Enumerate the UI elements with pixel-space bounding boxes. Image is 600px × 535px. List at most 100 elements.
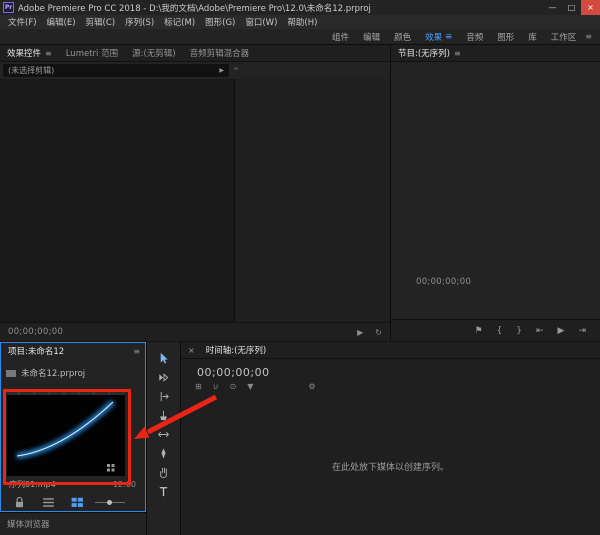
effect-controls-content — [0, 79, 390, 322]
workspace-menu-icon[interactable]: ≡ — [445, 32, 452, 42]
effect-controls-tabstrip: 效果控件 ≡ Lumetri 范围 源:(无剪辑) 音频剪辑混合器 — [0, 45, 390, 62]
mark-out-icon[interactable]: } — [516, 326, 522, 336]
menu-window[interactable]: 窗口(W) — [240, 16, 282, 28]
media-browser-panel: 媒体浏览器 — [0, 513, 146, 535]
play-audio-icon[interactable]: ▶ — [357, 328, 363, 337]
window-controls: — □ × — [543, 0, 600, 15]
workspace-tab-libraries[interactable]: 库 — [521, 31, 544, 43]
effect-keyframe-area — [235, 79, 390, 322]
workspace-tab-audio[interactable]: 音频 — [459, 31, 490, 43]
tab-timeline[interactable]: 时间轴:(无序列) — [199, 344, 274, 356]
workspace-tab-editing[interactable]: 编辑 — [356, 31, 387, 43]
workspace-label: 组件 — [332, 31, 349, 43]
go-to-in-icon[interactable]: ⇤ — [536, 326, 544, 336]
close-button[interactable]: × — [581, 0, 600, 15]
project-writable-icon[interactable] — [8, 495, 30, 510]
list-view-icon[interactable] — [37, 495, 59, 510]
maximize-button[interactable]: □ — [562, 0, 581, 15]
tab-lumetri-scopes[interactable]: Lumetri 范围 — [59, 47, 125, 59]
tab-label: 节目:(无序列) — [398, 47, 450, 59]
zoom-slider-knob[interactable] — [107, 500, 112, 505]
nest-toggle-icon[interactable]: ⊞ — [195, 382, 202, 391]
premiere-pro-window: Pr Adobe Premiere Pro CC 2018 - D:\我的文档\… — [0, 0, 600, 535]
program-transport-controls: ⚑ { } ⇤ ▶ ⇥ — [391, 319, 600, 341]
workspace-overflow-icon[interactable]: ≡ — [583, 32, 596, 41]
program-monitor-tabstrip: 节目:(无序列) ≡ — [391, 45, 600, 62]
workspace-label: 效果 — [425, 31, 442, 43]
workspace-tab-effects[interactable]: 效果≡ — [418, 31, 459, 43]
no-clip-label: (未选择剪辑) — [8, 65, 54, 76]
project-tabstrip: 项目:未命名12 ≡ — [1, 343, 145, 359]
tab-source-monitor[interactable]: 源:(无剪辑) — [125, 47, 183, 59]
project-file-name: 未命名12.prproj — [21, 367, 85, 379]
submenu-arrow-icon: ▶ — [219, 67, 224, 74]
icon-view-icon[interactable] — [66, 495, 88, 510]
tab-program-monitor[interactable]: 节目:(无序列) ≡ — [391, 47, 468, 59]
timeline-close-icon[interactable]: × — [181, 346, 199, 355]
workspace-label: 工作区 — [551, 31, 577, 43]
project-file-icon — [6, 370, 16, 377]
workspace-label: 音频 — [466, 31, 483, 43]
program-monitor-panel: 节目:(无序列) ≡ 00;00;00;00 ⚑ { } ⇤ ▶ ⇥ — [391, 45, 600, 341]
hand-tool-icon[interactable] — [153, 465, 175, 480]
menu-edit[interactable]: 编辑(E) — [42, 16, 81, 28]
add-marker-icon[interactable]: ⚑ — [474, 326, 482, 336]
menu-file[interactable]: 文件(F) — [3, 16, 42, 28]
play-button-icon[interactable]: ▶ — [558, 326, 565, 336]
effect-controls-timecode[interactable]: 00;00;00;00 — [8, 327, 63, 337]
linked-selection-icon[interactable]: ⊙ — [230, 382, 237, 391]
workspace-tab-assembly[interactable]: 组件 — [325, 31, 356, 43]
workspace-bar: 组件 编辑 颜色 效果≡ 音频 图形 库 工作区 ≡ — [0, 29, 600, 45]
timeline-tabstrip: × 时间轴:(无序列) — [181, 342, 600, 359]
scroll-up-icon[interactable]: ^ — [233, 67, 239, 75]
workspace-label: 图形 — [497, 31, 514, 43]
top-panel-area: 效果控件 ≡ Lumetri 范围 源:(无剪辑) 音频剪辑混合器 (未选择剪辑… — [0, 45, 600, 341]
timeline-marker-icon[interactable]: ▼ — [247, 382, 253, 391]
loop-icon[interactable]: ↻ — [375, 328, 382, 337]
workspace-tab-color[interactable]: 颜色 — [387, 31, 418, 43]
minimize-button[interactable]: — — [543, 0, 562, 15]
menu-graphics[interactable]: 图形(G) — [200, 16, 240, 28]
effect-controls-menu-icon[interactable]: ≡ — [45, 49, 52, 58]
mark-in-icon[interactable]: { — [497, 326, 503, 336]
workspace-label: 颜色 — [394, 31, 411, 43]
snap-toggle-icon[interactable]: ∪ — [213, 382, 219, 391]
app-icon: Pr — [3, 2, 14, 13]
selection-tool-icon[interactable] — [153, 351, 175, 366]
clip-selector-row: (未选择剪辑) ▶ ^ — [0, 62, 390, 79]
effect-list-area — [0, 79, 234, 322]
project-item-row[interactable]: 未命名12.prproj — [1, 367, 145, 379]
tab-media-browser[interactable]: 媒体浏览器 — [7, 518, 50, 530]
window-title: Adobe Premiere Pro CC 2018 - D:\我的文档\Ado… — [18, 2, 539, 14]
title-bar: Pr Adobe Premiere Pro CC 2018 - D:\我的文档\… — [0, 0, 600, 15]
menu-clip[interactable]: 剪辑(C) — [81, 16, 121, 28]
timeline-toolbar: ⊞ ∪ ⊙ ▼ ⚙ — [195, 382, 600, 391]
project-menu-icon[interactable]: ≡ — [133, 347, 140, 356]
program-timecode[interactable]: 00;00;00;00 — [416, 277, 471, 287]
menu-sequence[interactable]: 序列(S) — [120, 16, 159, 28]
program-viewer: 00;00;00;00 — [391, 62, 600, 319]
menu-help[interactable]: 帮助(H) — [282, 16, 322, 28]
effect-controls-panel: 效果控件 ≡ Lumetri 范围 源:(无剪辑) 音频剪辑混合器 (未选择剪辑… — [0, 45, 390, 341]
type-tool-icon[interactable] — [153, 484, 175, 499]
tab-label: 效果控件 — [7, 47, 41, 59]
pen-tool-icon[interactable] — [153, 446, 175, 461]
timeline-empty-hint: 在此处放下媒体以创建序列。 — [181, 460, 600, 473]
annotation-rect — [3, 389, 131, 485]
menu-marker[interactable]: 标记(M) — [159, 16, 200, 28]
tab-effect-controls[interactable]: 效果控件 ≡ — [0, 47, 59, 59]
project-footer — [1, 494, 145, 511]
clip-selector[interactable]: (未选择剪辑) ▶ — [3, 64, 229, 77]
effect-controls-footer-icons: ▶ ↻ — [357, 328, 382, 337]
workspace-tab-workspaces[interactable]: 工作区 — [544, 31, 584, 43]
timeline-settings-icon[interactable]: ⚙ — [308, 382, 315, 391]
go-to-out-icon[interactable]: ⇥ — [578, 326, 586, 336]
tab-project[interactable]: 项目:未命名12 — [1, 345, 71, 357]
track-select-forward-tool-icon[interactable] — [153, 370, 175, 385]
tab-audio-clip-mixer[interactable]: 音频剪辑混合器 — [183, 47, 257, 59]
workspace-tab-graphics[interactable]: 图形 — [490, 31, 521, 43]
zoom-slider[interactable] — [95, 498, 125, 507]
effect-controls-footer: 00;00;00;00 ▶ ↻ — [0, 322, 390, 341]
timeline-timecode[interactable]: 00;00;00;00 — [197, 366, 600, 379]
program-menu-icon[interactable]: ≡ — [454, 49, 461, 58]
